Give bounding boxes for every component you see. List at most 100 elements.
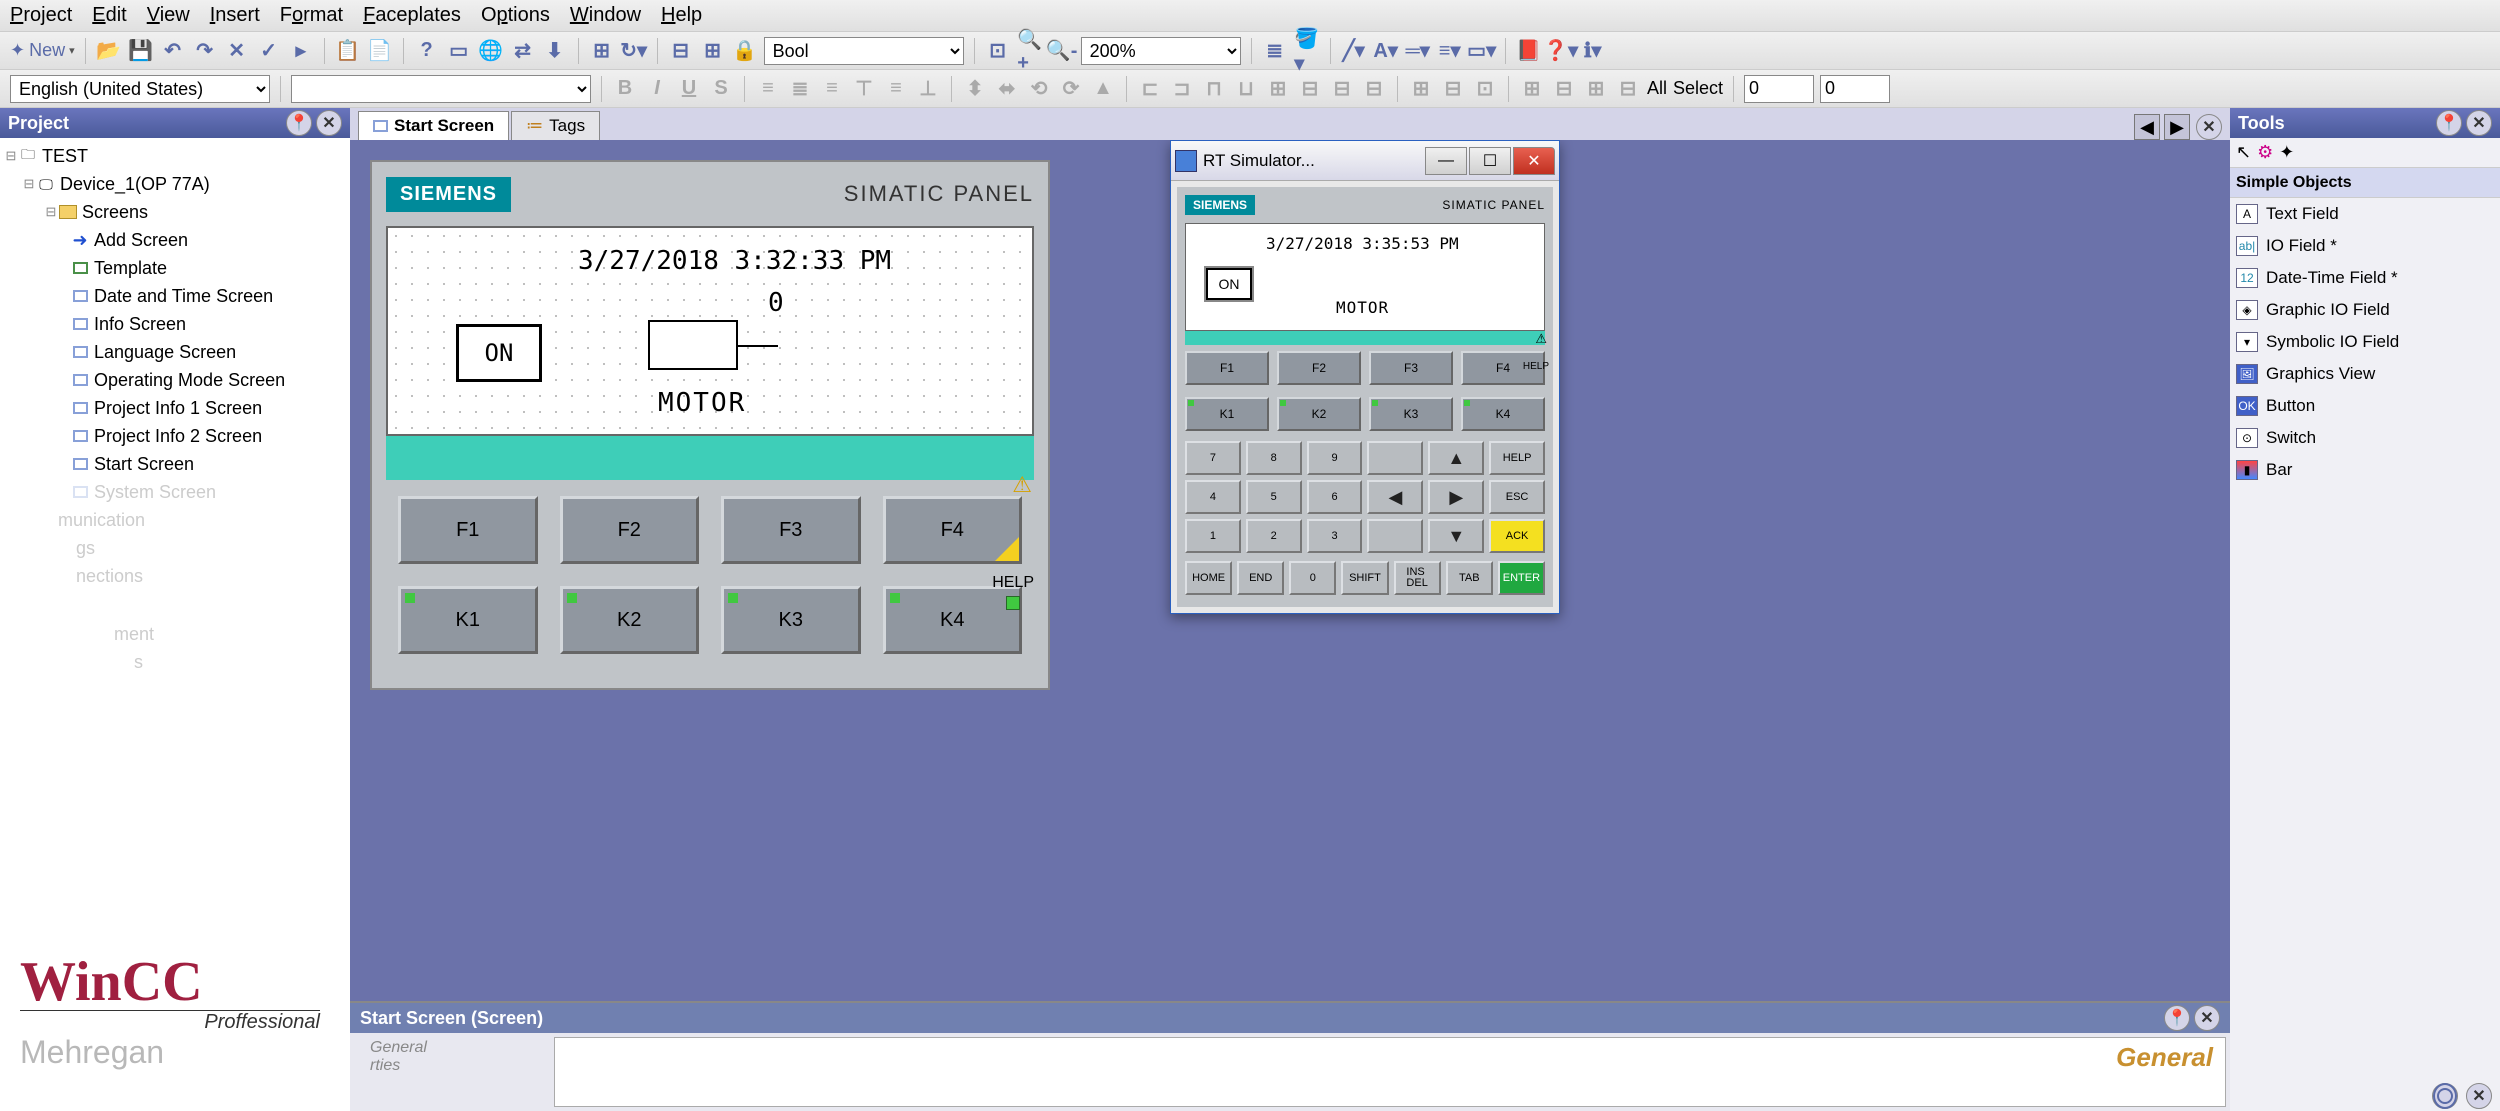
sim-key-home[interactable]: HOME [1185,561,1232,595]
underline-icon[interactable]: U [676,76,702,102]
sim-key-end[interactable]: END [1237,561,1284,595]
sim-key-8[interactable]: 8 [1246,441,1302,475]
simatic-panel-design[interactable]: SIEMENS SIMATIC PANEL 3/27/2018 3:32:33 … [370,160,1050,690]
tool-text-field[interactable]: AText Field [2230,198,2500,230]
help-icon[interactable]: ? [414,38,440,64]
key-f4[interactable]: F4 [883,496,1023,564]
italic-icon[interactable]: I [644,76,670,102]
tree-system-screen[interactable]: System Screen [4,478,346,506]
tree-device[interactable]: ⊟🖵Device_1(OP 77A) [4,170,346,198]
group-icon[interactable]: ⊟ [668,38,694,64]
tool-switch[interactable]: ⊙Switch [2230,422,2500,454]
window-close-icon[interactable]: ✕ [1513,147,1555,175]
font-color-icon[interactable]: A▾ [1373,38,1399,64]
tools-close-icon[interactable]: ✕ [2466,110,2492,136]
download-icon[interactable]: ⬇ [542,38,568,64]
save-icon[interactable]: 💾 [128,38,154,64]
sim-key-3[interactable]: 3 [1307,519,1363,553]
rotate-r-icon[interactable]: ⟳ [1058,76,1084,102]
sim-key-blank1[interactable] [1367,441,1423,475]
tree-start-screen[interactable]: Start Screen [4,450,346,478]
tool-io-field[interactable]: ab|IO Field * [2230,230,2500,262]
al-l-icon[interactable]: ⊏ [1137,76,1163,102]
tab-tags[interactable]: ≔Tags [511,111,600,140]
datetime-field[interactable]: 3/27/2018 3:32:33 PM [578,246,891,276]
sim-k4[interactable]: K4 [1461,397,1545,431]
al-b-icon[interactable]: ⊟ [1297,76,1323,102]
dist-v-icon[interactable]: ⊟ [1361,76,1387,102]
sim-key-4[interactable]: 4 [1185,480,1241,514]
sim-key-0[interactable]: 0 [1289,561,1336,595]
globe-icon[interactable]: 🌐 [478,38,504,64]
sim-key-down[interactable]: ▼ [1428,519,1484,553]
tree-info-screen[interactable]: Info Screen [4,310,346,338]
al-t-icon[interactable]: ⊔ [1233,76,1259,102]
sim-k1[interactable]: K1 [1185,397,1269,431]
redo-icon[interactable]: ↷ [192,38,218,64]
sim-key-shift[interactable]: SHIFT [1341,561,1388,595]
al-m-icon[interactable]: ⊞ [1265,76,1291,102]
tool-button[interactable]: OKButton [2230,390,2500,422]
tree-root[interactable]: ⊟🗀TEST [4,142,346,170]
tools-category[interactable]: Simple Objects [2230,168,2500,198]
sim-k2[interactable]: K2 [1277,397,1361,431]
sim-key-2[interactable]: 2 [1246,519,1302,553]
key-f3[interactable]: F3 [721,496,861,564]
bwd-icon[interactable]: ⊟ [1615,76,1641,102]
menu-help[interactable]: Help [661,4,702,27]
sim-key-7[interactable]: 7 [1185,441,1241,475]
menu-faceplates[interactable]: Faceplates [363,4,461,27]
io-value[interactable]: 0 [768,288,784,318]
tools-pin-icon[interactable]: 📍 [2436,110,2462,136]
key-f2[interactable]: F2 [560,496,700,564]
more-icon[interactable]: ▭▾ [1469,38,1495,64]
bold-icon[interactable]: B [612,76,638,102]
motor-symbol[interactable] [648,320,738,370]
mirror-icon[interactable]: ▲ [1090,76,1116,102]
menu-project[interactable]: Project [10,4,72,27]
sim-key-esc[interactable]: ESC [1489,480,1545,514]
rotate-l-icon[interactable]: ⟲ [1026,76,1052,102]
h-eq-icon[interactable]: ⊡ [1472,76,1498,102]
valign-mid-icon[interactable]: ≡ [883,76,909,102]
sim-k3[interactable]: K3 [1369,397,1453,431]
flip-h-icon[interactable]: ⬍ [962,76,988,102]
sim-key-help[interactable]: HELP [1489,441,1545,475]
wizard-icon[interactable]: ⚙ [2257,142,2273,163]
language-select[interactable]: English (United States) [10,75,270,103]
sim-f2[interactable]: F2 [1277,351,1361,385]
rt-simulator-window[interactable]: RT Simulator... — ☐ ✕ SIEMENS SIMATIC PA… [1170,140,1560,614]
zoom-fit-icon[interactable]: ⊡ [985,38,1011,64]
align-center-icon[interactable]: ≣ [787,76,813,102]
num-input-1[interactable] [1744,75,1814,103]
num-input-2[interactable] [1820,75,1890,103]
menu-view[interactable]: View [147,4,190,27]
tree-icon[interactable]: ✕ [224,38,250,64]
props-categories[interactable]: General rties [350,1033,550,1111]
border-icon[interactable]: ═▾ [1405,38,1431,64]
sim-titlebar[interactable]: RT Simulator... — ☐ ✕ [1171,141,1559,181]
min-close-icon[interactable]: ✕ [2466,1083,2492,1109]
tool-graphic-io[interactable]: ◈Graphic IO Field [2230,294,2500,326]
pin-icon[interactable]: 📍 [286,110,312,136]
tree-language-screen[interactable]: Language Screen [4,338,346,366]
menu-options[interactable]: Options [481,4,550,27]
transfer-icon[interactable]: ⇄ [510,38,536,64]
sim-key-left[interactable]: ◀ [1367,480,1423,514]
valign-top-icon[interactable]: ⊤ [851,76,877,102]
dist-h-icon[interactable]: ⊟ [1329,76,1355,102]
tree-screens-folder[interactable]: ⊟Screens [4,198,346,226]
sim-key-insdel[interactable]: INS DEL [1394,561,1441,595]
on-button[interactable]: ON [456,324,542,382]
valign-bot-icon[interactable]: ⊥ [915,76,941,102]
zoom-in-icon[interactable]: 🔍+ [1017,38,1043,64]
tree-datetime-screen[interactable]: Date and Time Screen [4,282,346,310]
sim-key-blank2[interactable] [1367,519,1423,553]
line-icon[interactable]: ╱▾ [1341,38,1367,64]
minimize-icon[interactable]: — [1425,147,1467,175]
lock-icon[interactable]: 🔒 [732,38,758,64]
type-select[interactable]: Bool [764,37,964,65]
settings-icon[interactable]: ✦ [2279,142,2294,163]
tree-template[interactable]: Template [4,254,346,282]
undo-icon[interactable]: ↶ [160,38,186,64]
